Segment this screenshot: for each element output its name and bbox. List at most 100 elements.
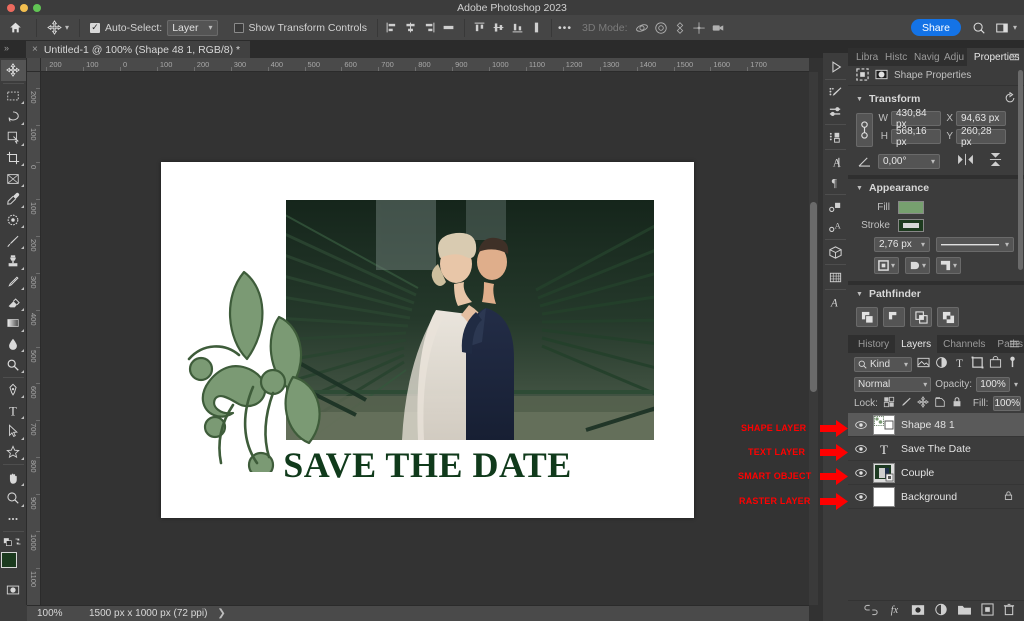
opacity-input[interactable]: 100%: [975, 377, 1010, 392]
workspace-chevron-down-icon[interactable]: ▾: [1013, 23, 1017, 32]
align-right-edges-icon[interactable]: [422, 20, 438, 36]
lock-all-icon[interactable]: [951, 396, 963, 411]
sidebar-tool-hand-icon[interactable]: [1, 467, 26, 488]
add-mask-icon[interactable]: [911, 604, 925, 619]
link-dimensions-icon[interactable]: [856, 113, 873, 147]
new-group-icon[interactable]: [957, 604, 972, 619]
tab-history[interactable]: Histc: [881, 48, 910, 66]
save-the-date-text-layer[interactable]: SAVE THE DATE: [161, 444, 694, 486]
chevron-down-icon[interactable]: ▾: [904, 360, 908, 369]
sidebar-tool-custom-shape-icon[interactable]: [1, 442, 26, 463]
close-icon[interactable]: ×: [32, 44, 38, 55]
paragraph-styles-icon[interactable]: A: [824, 217, 847, 237]
stroke-corners-dropdown[interactable]: ▾: [936, 257, 962, 274]
chevron-down-icon[interactable]: ▾: [921, 240, 925, 249]
auto-select-scope-dropdown[interactable]: Layer ▾: [167, 19, 218, 36]
filter-type-icon[interactable]: T: [953, 356, 966, 372]
sidebar-tool-pen-icon[interactable]: [1, 380, 26, 401]
tab-libraries[interactable]: Libra: [852, 48, 881, 66]
canvas-area[interactable]: SAVE THE DATE: [41, 72, 809, 605]
paragraph-panel-icon[interactable]: ¶: [824, 172, 847, 192]
chevron-down-icon[interactable]: ▾: [891, 261, 895, 270]
leaf-shape-layer[interactable]: [181, 267, 336, 472]
layer-style-fx-icon[interactable]: fx: [887, 603, 902, 619]
blend-mode-dropdown[interactable]: Normal ▾: [854, 377, 932, 392]
layer-row-background[interactable]: Background: [848, 485, 1024, 509]
sidebar-tool-magnifier-icon[interactable]: [1, 488, 26, 509]
new-layer-icon[interactable]: [981, 603, 994, 619]
sidebar-tool-eyedropper-icon[interactable]: [1, 189, 26, 210]
sidebar-tool-clone-stamp-icon[interactable]: [1, 251, 26, 272]
delete-layer-icon[interactable]: [1003, 603, 1015, 619]
layer-row-save-the-date[interactable]: T Save The Date: [848, 437, 1024, 461]
close-window-button[interactable]: [7, 4, 15, 12]
filter-pixel-icon[interactable]: [917, 356, 930, 372]
stroke-style-dropdown[interactable]: ▾: [936, 237, 1014, 252]
chevron-down-icon[interactable]: ▾: [923, 380, 927, 389]
chevron-double-right-icon[interactable]: »: [4, 43, 9, 53]
show-transform-controls-checkbox[interactable]: [233, 22, 244, 33]
sidebar-tool-path-arrow-icon[interactable]: [1, 421, 26, 442]
tab-channels[interactable]: Channels: [937, 335, 991, 353]
layer-thumbnail-type[interactable]: T: [873, 438, 895, 459]
reset-icon[interactable]: [1004, 91, 1016, 107]
stroke-align-dropdown[interactable]: ▾: [874, 257, 900, 274]
play-actions-icon[interactable]: [824, 57, 847, 77]
flip-horizontal-icon[interactable]: [957, 153, 974, 169]
fill-color-swatch[interactable]: [898, 201, 924, 214]
ruler-corner[interactable]: [27, 58, 41, 72]
panel-menu-icon[interactable]: [1009, 339, 1020, 353]
stroke-width-input[interactable]: 2,76 px ▾: [874, 237, 930, 252]
workspace-icon[interactable]: [994, 20, 1010, 36]
color-swatches[interactable]: [0, 551, 26, 577]
chevron-down-icon[interactable]: ▾: [1005, 240, 1009, 249]
sidebar-tool-ellipsis-icon[interactable]: [1, 509, 26, 530]
filter-smart-object-icon[interactable]: [989, 356, 1002, 372]
default-colors-icon[interactable]: [1, 534, 26, 548]
character-panel-icon[interactable]: A: [824, 152, 847, 172]
y-input[interactable]: 260,28 px: [956, 126, 1006, 148]
roll-3d-icon[interactable]: [653, 20, 669, 36]
angle-input[interactable]: 0,00° ▾: [878, 153, 940, 169]
home-icon[interactable]: [0, 21, 30, 34]
sidebar-tool-history-brush-icon[interactable]: [1, 272, 26, 293]
layer-thumbnail-shape[interactable]: [873, 414, 895, 435]
sidebar-tool-crop-icon[interactable]: [1, 148, 26, 169]
quick-mask-icon[interactable]: [1, 580, 26, 601]
layer-thumbnail-background[interactable]: [873, 486, 895, 507]
more-options-button[interactable]: •••: [558, 22, 572, 34]
stroke-caps-dropdown[interactable]: ▾: [905, 257, 931, 274]
sidebar-tool-blur-drop-icon[interactable]: [1, 334, 26, 355]
appearance-section-header[interactable]: ▼ Appearance: [848, 179, 1024, 197]
sidebar-tool-type-t-icon[interactable]: T: [1, 400, 26, 421]
active-tool-move-icon[interactable]: ▾: [43, 20, 73, 35]
filter-toggle-icon[interactable]: [1007, 356, 1018, 372]
x-input[interactable]: 94,63 px: [956, 111, 1006, 126]
window-controls[interactable]: [7, 4, 41, 12]
layer-row-shape-48-1[interactable]: Shape 48 1: [848, 413, 1024, 437]
foreground-color-swatch[interactable]: [1, 552, 17, 569]
scrollbar-thumb[interactable]: [810, 202, 817, 392]
maximize-window-button[interactable]: [33, 4, 41, 12]
transform-section-header[interactable]: ▼ Transform: [848, 90, 1024, 108]
align-bottom-edges-icon[interactable]: [510, 20, 526, 36]
layer-kind-dropdown[interactable]: Kind ▾: [854, 356, 912, 372]
character-styles-icon[interactable]: [824, 197, 847, 217]
lock-artboard-icon[interactable]: [934, 396, 946, 411]
sidebar-tool-frame-icon[interactable]: [1, 168, 26, 189]
layer-thumbnail-smart-object[interactable]: [873, 462, 895, 483]
vertical-ruler[interactable]: 200 100 0 100 200 300 400 500 600 700 800 900 1000 11…: [27, 72, 41, 605]
artboard[interactable]: SAVE THE DATE: [161, 162, 694, 518]
minimize-window-button[interactable]: [20, 4, 28, 12]
layer-visibility-eye-icon[interactable]: [854, 492, 867, 502]
sidebar-tool-gradient-icon[interactable]: [1, 313, 26, 334]
sidebar-tool-move-tool[interactable]: [0, 60, 26, 81]
adjustments-icon[interactable]: [824, 102, 847, 122]
styles-icon[interactable]: [824, 127, 847, 147]
mask-properties-icon[interactable]: [875, 68, 888, 84]
status-chevron-right-icon[interactable]: ❯: [217, 608, 225, 619]
sidebar-tool-brush-icon[interactable]: [1, 230, 26, 251]
canvas-vertical-scrollbar[interactable]: [809, 72, 818, 605]
lock-transparency-icon[interactable]: [883, 396, 895, 411]
glyphs-icon[interactable]: A: [824, 292, 847, 312]
